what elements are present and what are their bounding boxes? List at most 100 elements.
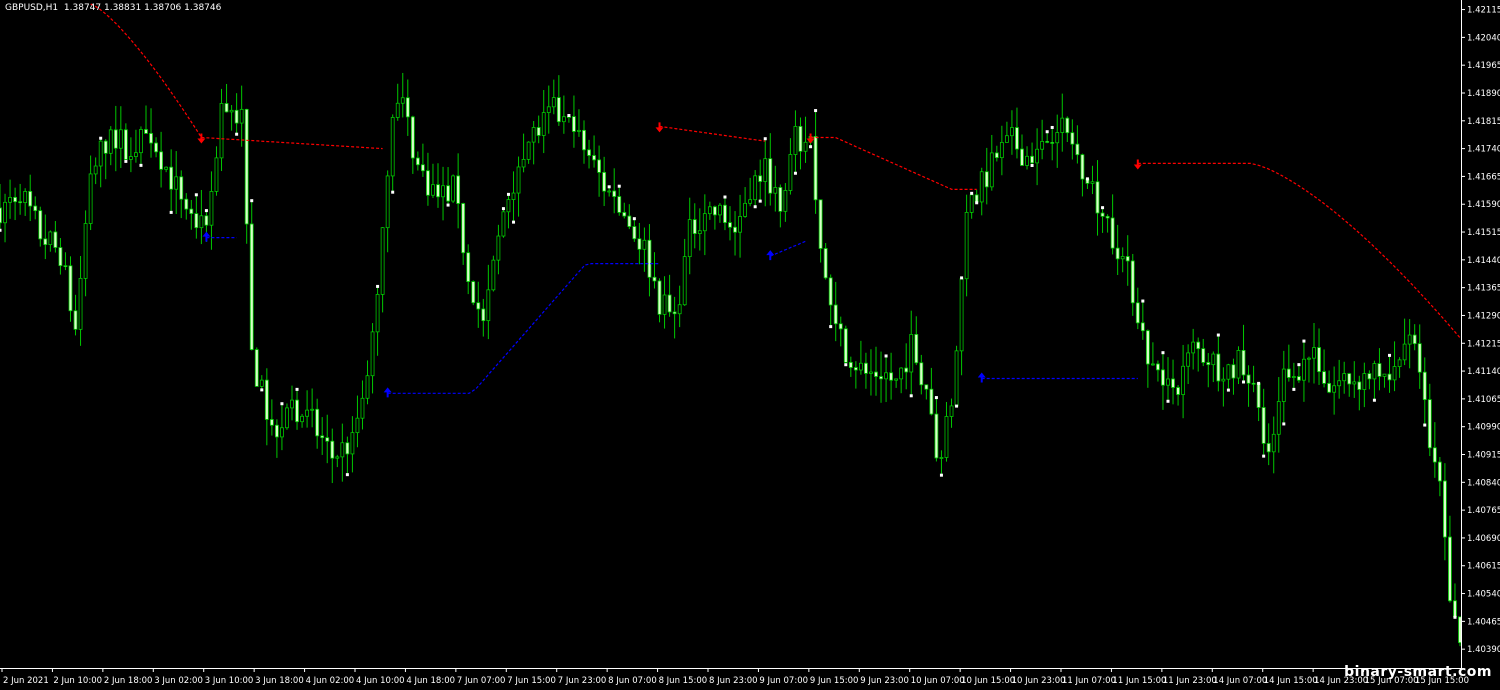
candle-body [1156, 363, 1160, 371]
candle-body [375, 294, 380, 333]
y-tick-label: 1.40465 [1467, 617, 1500, 627]
candle-body [113, 129, 118, 149]
candle-body [108, 129, 113, 154]
candle-body [395, 102, 400, 118]
extreme-dot [1292, 387, 1296, 391]
extreme-dot [844, 363, 848, 367]
candle-body [607, 190, 612, 193]
candle-body [813, 136, 818, 201]
extreme-dot [0, 228, 2, 232]
candle-body [1327, 383, 1332, 393]
candle-body [617, 196, 622, 213]
candle-body [128, 156, 133, 160]
candle-body [1332, 385, 1337, 393]
y-tick-label: 1.40915 [1467, 451, 1500, 461]
price-chart[interactable]: 1.42115 1.42040 1.41965 1.41890 1.41815 1.417… [0, 0, 1500, 690]
candle-body [1216, 353, 1221, 382]
candle-body [355, 417, 360, 434]
candle-body [1231, 364, 1236, 379]
candle-body [1115, 247, 1120, 260]
candle-body [1166, 378, 1170, 386]
extreme-dot [758, 199, 762, 203]
candle-body [1186, 352, 1191, 367]
candle-body [400, 97, 405, 104]
candle-body [712, 206, 717, 216]
candle-body [1417, 343, 1422, 373]
candle-body [723, 204, 727, 223]
candle-body [209, 190, 214, 226]
candle-body [1130, 260, 1135, 304]
candle-body [219, 103, 224, 159]
x-tick-label: 4 Jun 10:00 [356, 676, 405, 686]
candle-body [541, 112, 546, 136]
candle-body [1090, 181, 1095, 184]
x-tick-label: 14 Jun 15:00 [1264, 676, 1318, 686]
candle-body [1296, 376, 1301, 381]
candle-body [1453, 600, 1457, 618]
extreme-dot [1101, 206, 1105, 210]
candle-body [28, 190, 33, 207]
candle-body [234, 109, 239, 124]
extreme-dot [1282, 422, 1286, 426]
candle-body [335, 456, 340, 459]
extreme-dot [753, 205, 757, 209]
extreme-dot [793, 171, 797, 175]
candle-body [1271, 433, 1276, 453]
candle-body [1246, 374, 1251, 384]
candle-body [1261, 407, 1266, 444]
candle-body [53, 231, 58, 248]
extreme-dot [607, 185, 611, 189]
x-tick-label: 10 Jun 23:00 [1012, 676, 1066, 686]
extreme-dot [235, 132, 239, 136]
candle-body [83, 223, 88, 279]
candle-body [773, 187, 778, 194]
candle-body [1040, 141, 1045, 150]
candle-body [194, 213, 199, 229]
extreme-dot [250, 199, 254, 203]
candle-body [526, 141, 531, 160]
candle-body [1181, 365, 1186, 395]
candle-body [1276, 401, 1281, 435]
candle-body [934, 413, 939, 459]
candle-body [1367, 373, 1372, 380]
extreme-dot [1423, 423, 1427, 427]
extreme-dot [1216, 333, 1220, 337]
candle-body [139, 129, 143, 154]
y-tick-label: 1.41140 [1467, 367, 1500, 377]
candle-body [199, 215, 204, 229]
extreme-dot [124, 159, 128, 163]
candle-body [431, 184, 435, 196]
candle-body [858, 362, 863, 371]
candle-body [1065, 117, 1070, 134]
candle-body [38, 210, 43, 240]
candle-body [561, 116, 566, 123]
candle-body [1015, 127, 1019, 150]
candle-body [1060, 117, 1065, 133]
candle-body [33, 205, 38, 212]
candle-body [1105, 215, 1110, 219]
extreme-dot [1302, 339, 1306, 343]
candle-body [18, 201, 23, 204]
extreme-dot [1242, 380, 1246, 384]
candle-body [677, 304, 682, 315]
candle-body [486, 289, 491, 322]
extreme-dot [1161, 351, 1165, 355]
extreme-dot [1030, 164, 1034, 168]
candle-body [295, 399, 299, 423]
candle-body [1342, 373, 1347, 382]
candle-body [380, 227, 385, 295]
candle-body [1307, 357, 1311, 360]
candle-body [1226, 364, 1231, 380]
candle-body [224, 103, 229, 113]
candle-body [662, 294, 667, 315]
candle-body [144, 129, 148, 134]
candle-body [929, 388, 934, 415]
candle-body [164, 166, 169, 170]
candle-body [78, 277, 83, 330]
candle-body [602, 172, 607, 192]
candle-body [103, 140, 108, 154]
candle-body [909, 334, 914, 373]
candle-body [667, 294, 672, 313]
candle-body [944, 416, 949, 458]
x-tick-label: 3 Jun 02:00 [154, 676, 203, 686]
